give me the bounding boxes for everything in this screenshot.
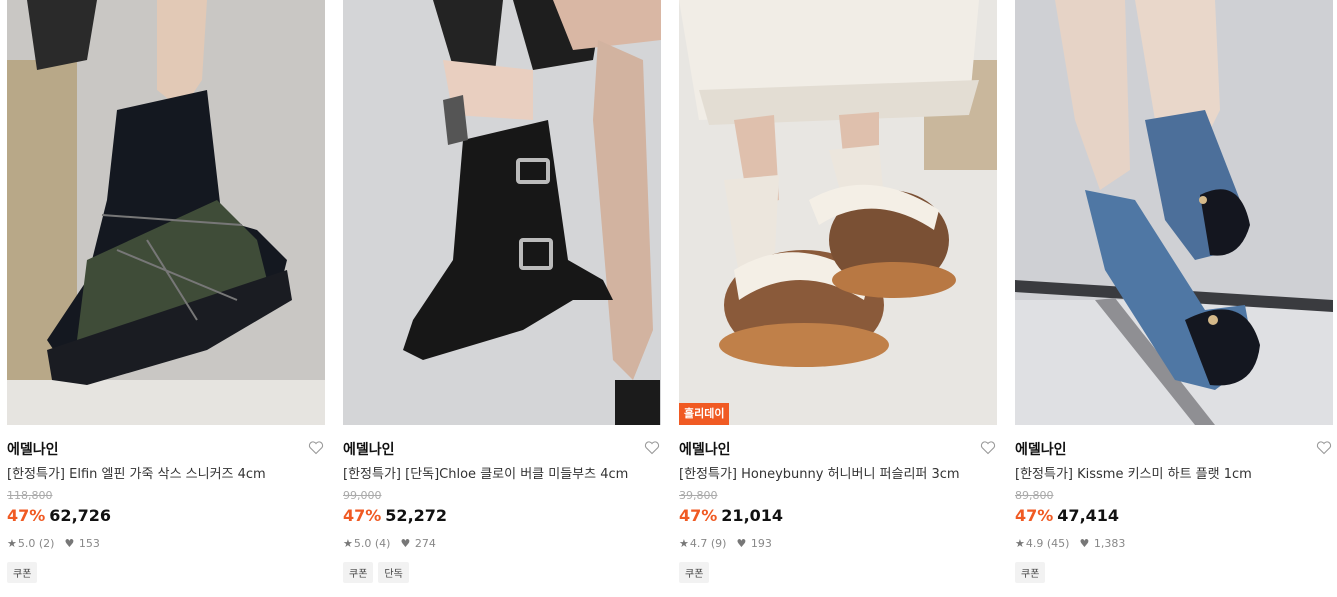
heart-small-icon: ♥ xyxy=(1079,537,1090,550)
price-row: 47% 21,014 xyxy=(679,506,783,525)
product-meta: ★ 4.9 (45) ♥ 1,383 xyxy=(1015,537,1125,550)
product-meta: ★ 5.0 (4) ♥ 274 xyxy=(343,537,436,550)
heart-icon[interactable] xyxy=(644,440,660,455)
original-price: 39,800 xyxy=(679,489,718,502)
review-count: (45) xyxy=(1046,537,1070,550)
fur-slipper-photo-icon xyxy=(679,0,997,425)
product-meta: ★ 5.0 (2) ♥ 153 xyxy=(7,537,100,550)
product-image[interactable] xyxy=(7,0,325,425)
heart-icon[interactable] xyxy=(980,440,996,455)
original-price: 89,800 xyxy=(1015,489,1054,502)
discount-rate: 47% xyxy=(343,506,382,525)
rating: 5.0 xyxy=(17,537,36,550)
heart-icon[interactable] xyxy=(308,440,324,455)
brand-name[interactable]: 에델나인 xyxy=(343,439,395,459)
product-name[interactable]: [한정특가] Kissme 키스미 하트 플랫 1cm xyxy=(1015,463,1333,482)
star-icon: ★ xyxy=(679,537,689,550)
brand-name[interactable]: 에델나인 xyxy=(679,439,731,459)
discount-rate: 47% xyxy=(679,506,718,525)
like-count: 153 xyxy=(78,537,100,550)
product-card[interactable]: 에델나인 [한정특가] Kissme 키스미 하트 플랫 1cm 89,800 … xyxy=(1015,0,1333,597)
star-icon: ★ xyxy=(343,537,353,550)
discount-rate: 47% xyxy=(1015,506,1054,525)
brand-name[interactable]: 에델나인 xyxy=(1015,439,1067,459)
product-card[interactable]: 에델나인 [한정특가] Elfin 엘핀 가죽 삭스 스니커즈 4cm 118,… xyxy=(7,0,325,597)
tag-exclusive: 단독 xyxy=(378,562,409,583)
like-count: 193 xyxy=(750,537,772,550)
tag-coupon: 쿠폰 xyxy=(7,562,38,583)
rating: 5.0 xyxy=(353,537,372,550)
like-count: 274 xyxy=(414,537,436,550)
price-row: 47% 62,726 xyxy=(7,506,111,525)
original-price: 99,000 xyxy=(343,489,382,502)
product-image[interactable]: 홀리데이 xyxy=(679,0,997,425)
product-name[interactable]: [한정특가] Elfin 엘핀 가죽 삭스 스니커즈 4cm xyxy=(7,463,325,482)
heart-small-icon: ♥ xyxy=(400,537,411,550)
heart-small-icon: ♥ xyxy=(736,537,747,550)
brand-name[interactable]: 에델나인 xyxy=(7,439,59,459)
sale-price: 62,726 xyxy=(49,506,112,525)
heart-icon[interactable] xyxy=(1316,440,1332,455)
rating: 4.9 xyxy=(1025,537,1044,550)
price-row: 47% 47,414 xyxy=(1015,506,1119,525)
product-image[interactable] xyxy=(343,0,661,425)
product-name[interactable]: [한정특가] [단독]Chloe 클로이 버클 미들부츠 4cm xyxy=(343,463,661,482)
tag-list: 쿠폰 xyxy=(679,562,710,583)
tag-list: 쿠폰 xyxy=(1015,562,1046,583)
holiday-badge: 홀리데이 xyxy=(679,403,730,425)
rating: 4.7 xyxy=(689,537,708,550)
like-count: 1,383 xyxy=(1093,537,1126,550)
sock-sneaker-photo-icon xyxy=(7,0,325,425)
product-grid: 에델나인 [한정특가] Elfin 엘핀 가죽 삭스 스니커즈 4cm 118,… xyxy=(0,0,1337,597)
star-icon: ★ xyxy=(7,537,17,550)
tag-coupon: 쿠폰 xyxy=(1015,562,1046,583)
sale-price: 21,014 xyxy=(721,506,784,525)
price-row: 47% 52,272 xyxy=(343,506,447,525)
product-card[interactable]: 홀리데이 에델나인 [한정특가] Honeybunny 허니버니 퍼슬리퍼 3c… xyxy=(679,0,997,597)
heart-small-icon: ♥ xyxy=(64,537,75,550)
product-image[interactable] xyxy=(1015,0,1333,425)
product-meta: ★ 4.7 (9) ♥ 193 xyxy=(679,537,772,550)
star-icon: ★ xyxy=(1015,537,1025,550)
review-count: (9) xyxy=(710,537,727,550)
tag-coupon: 쿠폰 xyxy=(343,562,374,583)
buckle-boot-photo-icon xyxy=(343,0,661,425)
tag-list: 쿠폰 xyxy=(7,562,38,583)
product-name[interactable]: [한정특가] Honeybunny 허니버니 퍼슬리퍼 3cm xyxy=(679,463,997,482)
discount-rate: 47% xyxy=(7,506,46,525)
sale-price: 52,272 xyxy=(385,506,448,525)
sale-price: 47,414 xyxy=(1057,506,1120,525)
tag-coupon: 쿠폰 xyxy=(679,562,710,583)
review-count: (4) xyxy=(374,537,391,550)
review-count: (2) xyxy=(38,537,55,550)
denim-flat-photo-icon xyxy=(1015,0,1333,425)
original-price: 118,800 xyxy=(7,489,53,502)
tag-list: 쿠폰 단독 xyxy=(343,562,409,583)
product-card[interactable]: 에델나인 [한정특가] [단독]Chloe 클로이 버클 미들부츠 4cm 99… xyxy=(343,0,661,597)
